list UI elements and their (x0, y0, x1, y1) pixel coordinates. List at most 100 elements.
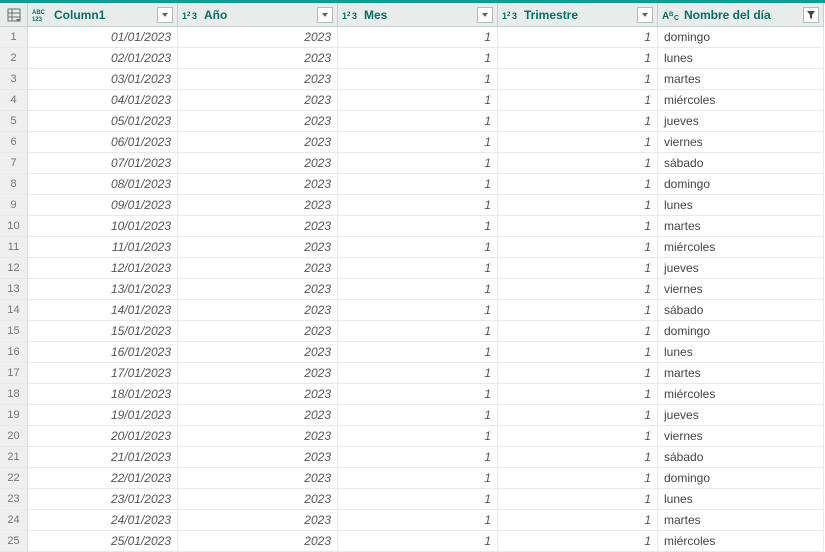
cell[interactable]: 22/01/2023 (28, 468, 178, 489)
cell[interactable]: 1 (338, 48, 498, 69)
cell[interactable]: 1 (498, 195, 658, 216)
cell[interactable]: 1 (338, 195, 498, 216)
cell[interactable]: 1 (498, 384, 658, 405)
cell[interactable]: 06/01/2023 (28, 132, 178, 153)
cell[interactable]: 1 (498, 237, 658, 258)
cell[interactable]: 1 (338, 258, 498, 279)
cell[interactable]: 1 (338, 321, 498, 342)
filter-dropdown-icon[interactable] (317, 7, 333, 23)
cell[interactable]: 13/01/2023 (28, 279, 178, 300)
cell[interactable]: 05/01/2023 (28, 111, 178, 132)
cell[interactable]: 1 (498, 342, 658, 363)
row-header[interactable]: 7 (0, 153, 28, 174)
cell[interactable]: 2023 (178, 489, 338, 510)
cell[interactable]: 1 (498, 174, 658, 195)
cell[interactable]: 1 (498, 90, 658, 111)
cell[interactable]: 1 (498, 48, 658, 69)
row-header[interactable]: 22 (0, 468, 28, 489)
cell[interactable]: lunes (658, 489, 824, 510)
row-header[interactable]: 21 (0, 447, 28, 468)
cell[interactable]: miércoles (658, 90, 824, 111)
cell[interactable]: sábado (658, 300, 824, 321)
cell[interactable]: 1 (338, 510, 498, 531)
cell[interactable]: 1 (338, 69, 498, 90)
cell[interactable]: 2023 (178, 90, 338, 111)
cell[interactable]: 11/01/2023 (28, 237, 178, 258)
column-header-trimestre[interactable]: 123 Trimestre (498, 3, 658, 27)
cell[interactable]: lunes (658, 195, 824, 216)
cell[interactable]: 1 (338, 468, 498, 489)
cell[interactable]: 1 (338, 279, 498, 300)
cell[interactable]: 1 (498, 321, 658, 342)
filter-dropdown-icon[interactable] (477, 7, 493, 23)
cell[interactable]: 1 (498, 132, 658, 153)
cell[interactable]: 1 (498, 279, 658, 300)
cell[interactable]: 17/01/2023 (28, 363, 178, 384)
row-header[interactable]: 13 (0, 279, 28, 300)
row-header[interactable]: 16 (0, 342, 28, 363)
cell[interactable]: 1 (338, 153, 498, 174)
cell[interactable]: lunes (658, 48, 824, 69)
cell[interactable]: 2023 (178, 342, 338, 363)
cell[interactable]: 2023 (178, 321, 338, 342)
cell[interactable]: jueves (658, 258, 824, 279)
cell[interactable]: 25/01/2023 (28, 531, 178, 552)
cell[interactable]: 1 (498, 27, 658, 48)
cell[interactable]: jueves (658, 111, 824, 132)
row-header[interactable]: 15 (0, 321, 28, 342)
row-header[interactable]: 10 (0, 216, 28, 237)
cell[interactable]: 2023 (178, 27, 338, 48)
cell[interactable]: viernes (658, 279, 824, 300)
row-header[interactable]: 25 (0, 531, 28, 552)
cell[interactable]: 2023 (178, 69, 338, 90)
column-header-ano[interactable]: 123 Año (178, 3, 338, 27)
cell[interactable]: 1 (338, 363, 498, 384)
filter-active-icon[interactable] (803, 7, 819, 23)
cell[interactable]: 2023 (178, 363, 338, 384)
column-header-mes[interactable]: 123 Mes (338, 3, 498, 27)
cell[interactable]: martes (658, 69, 824, 90)
row-header[interactable]: 19 (0, 405, 28, 426)
select-all-corner[interactable] (0, 3, 28, 27)
cell[interactable]: 2023 (178, 384, 338, 405)
cell[interactable]: 1 (498, 258, 658, 279)
cell[interactable]: 10/01/2023 (28, 216, 178, 237)
cell[interactable]: 2023 (178, 447, 338, 468)
cell[interactable]: 2023 (178, 153, 338, 174)
row-header[interactable]: 14 (0, 300, 28, 321)
cell[interactable]: 15/01/2023 (28, 321, 178, 342)
row-header[interactable]: 5 (0, 111, 28, 132)
cell[interactable]: 2023 (178, 48, 338, 69)
cell[interactable]: martes (658, 216, 824, 237)
cell[interactable]: 19/01/2023 (28, 405, 178, 426)
cell[interactable]: viernes (658, 132, 824, 153)
cell[interactable]: lunes (658, 342, 824, 363)
cell[interactable]: sábado (658, 153, 824, 174)
cell[interactable]: 1 (338, 447, 498, 468)
cell[interactable]: 2023 (178, 279, 338, 300)
column-header-column1[interactable]: ABC123 Column1 (28, 3, 178, 27)
filter-dropdown-icon[interactable] (157, 7, 173, 23)
cell[interactable]: 2023 (178, 531, 338, 552)
cell[interactable]: 2023 (178, 195, 338, 216)
row-header[interactable]: 2 (0, 48, 28, 69)
cell[interactable]: 1 (338, 384, 498, 405)
cell[interactable]: 1 (498, 405, 658, 426)
cell[interactable]: 14/01/2023 (28, 300, 178, 321)
cell[interactable]: miércoles (658, 237, 824, 258)
cell[interactable]: 2023 (178, 237, 338, 258)
cell[interactable]: viernes (658, 426, 824, 447)
cell[interactable]: 1 (338, 111, 498, 132)
cell[interactable]: 1 (338, 342, 498, 363)
cell[interactable]: 2023 (178, 405, 338, 426)
cell[interactable]: 2023 (178, 258, 338, 279)
cell[interactable]: 03/01/2023 (28, 69, 178, 90)
cell[interactable]: 1 (338, 27, 498, 48)
row-header[interactable]: 3 (0, 69, 28, 90)
cell[interactable]: 1 (498, 531, 658, 552)
cell[interactable]: martes (658, 363, 824, 384)
cell[interactable]: 08/01/2023 (28, 174, 178, 195)
cell[interactable]: 1 (338, 405, 498, 426)
cell[interactable]: 02/01/2023 (28, 48, 178, 69)
cell[interactable]: 1 (498, 153, 658, 174)
